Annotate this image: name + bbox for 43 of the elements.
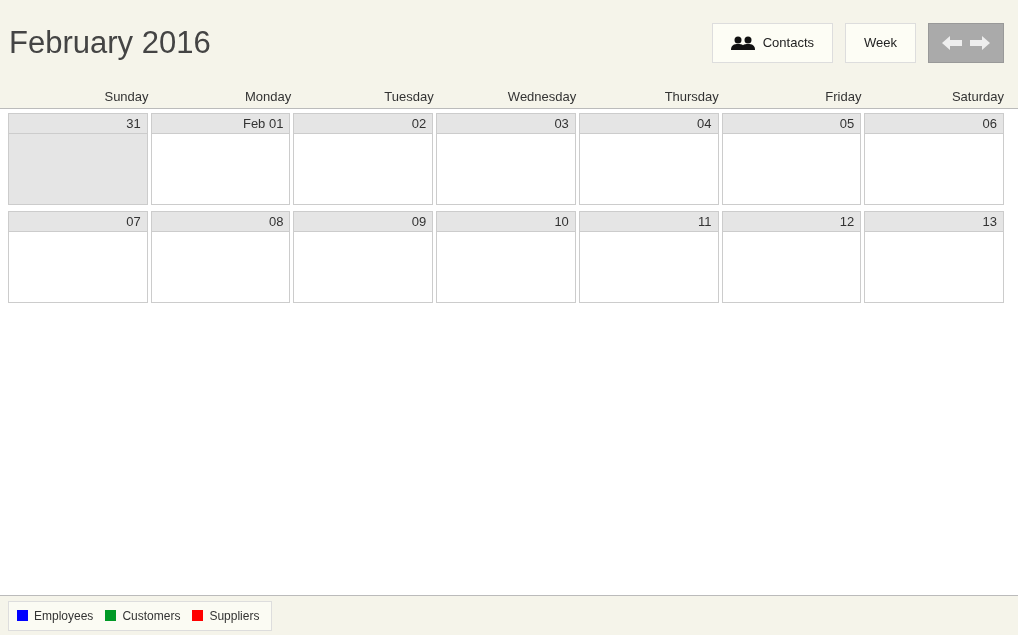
contacts-button[interactable]: Contacts (711, 23, 833, 63)
day-number: Feb 01 (151, 114, 290, 134)
day-number: 12 (722, 212, 861, 232)
day-number: 06 (865, 114, 1003, 134)
people-icon (730, 36, 755, 50)
day-cell[interactable]: 11 (578, 211, 719, 303)
next-button[interactable] (970, 35, 990, 51)
day-number: 03 (437, 114, 575, 134)
day-cell[interactable]: 08 (150, 211, 291, 303)
day-cell[interactable]: 05 (721, 113, 862, 205)
day-number: 13 (865, 212, 1003, 232)
day-number: 07 (9, 212, 147, 232)
weekday-label: Saturday (950, 88, 1004, 107)
weekday-label: Monday (243, 88, 292, 107)
day-number: 09 (294, 212, 433, 232)
day-cell[interactable]: Feb 01 (150, 113, 291, 205)
day-number: 08 (151, 212, 290, 232)
day-cell[interactable]: 13 (864, 211, 1004, 303)
view-button[interactable]: Week (845, 23, 916, 63)
day-number: 10 (437, 212, 575, 232)
day-cell[interactable]: 06 (864, 113, 1004, 205)
day-cell[interactable]: 02 (293, 113, 434, 205)
day-cell[interactable]: 04 (578, 113, 719, 205)
month-title: February 2016 (9, 24, 211, 62)
day-cell[interactable]: 12 (721, 211, 862, 303)
weekday-label: Thursday (663, 88, 719, 107)
weekday-label: Wednesday (506, 88, 577, 107)
day-number: 05 (722, 114, 861, 134)
legend-label: Customers (122, 607, 181, 625)
day-cell[interactable]: 31 (8, 113, 148, 205)
legend-label: Employees (34, 607, 94, 625)
weekday-label: Friday (824, 88, 862, 107)
day-number: 04 (579, 114, 718, 134)
day-cell[interactable]: 10 (436, 211, 576, 303)
day-number: 02 (294, 114, 433, 134)
weekday-label: Sunday (103, 88, 149, 107)
legend-label: Suppliers (209, 607, 260, 625)
day-cell[interactable]: 09 (293, 211, 434, 303)
day-cell[interactable]: 07 (8, 211, 148, 303)
previous-button[interactable] (942, 35, 962, 51)
weekday-label: Tuesday (383, 88, 434, 107)
day-number: 11 (579, 212, 718, 232)
day-cell[interactable]: 03 (436, 113, 576, 205)
